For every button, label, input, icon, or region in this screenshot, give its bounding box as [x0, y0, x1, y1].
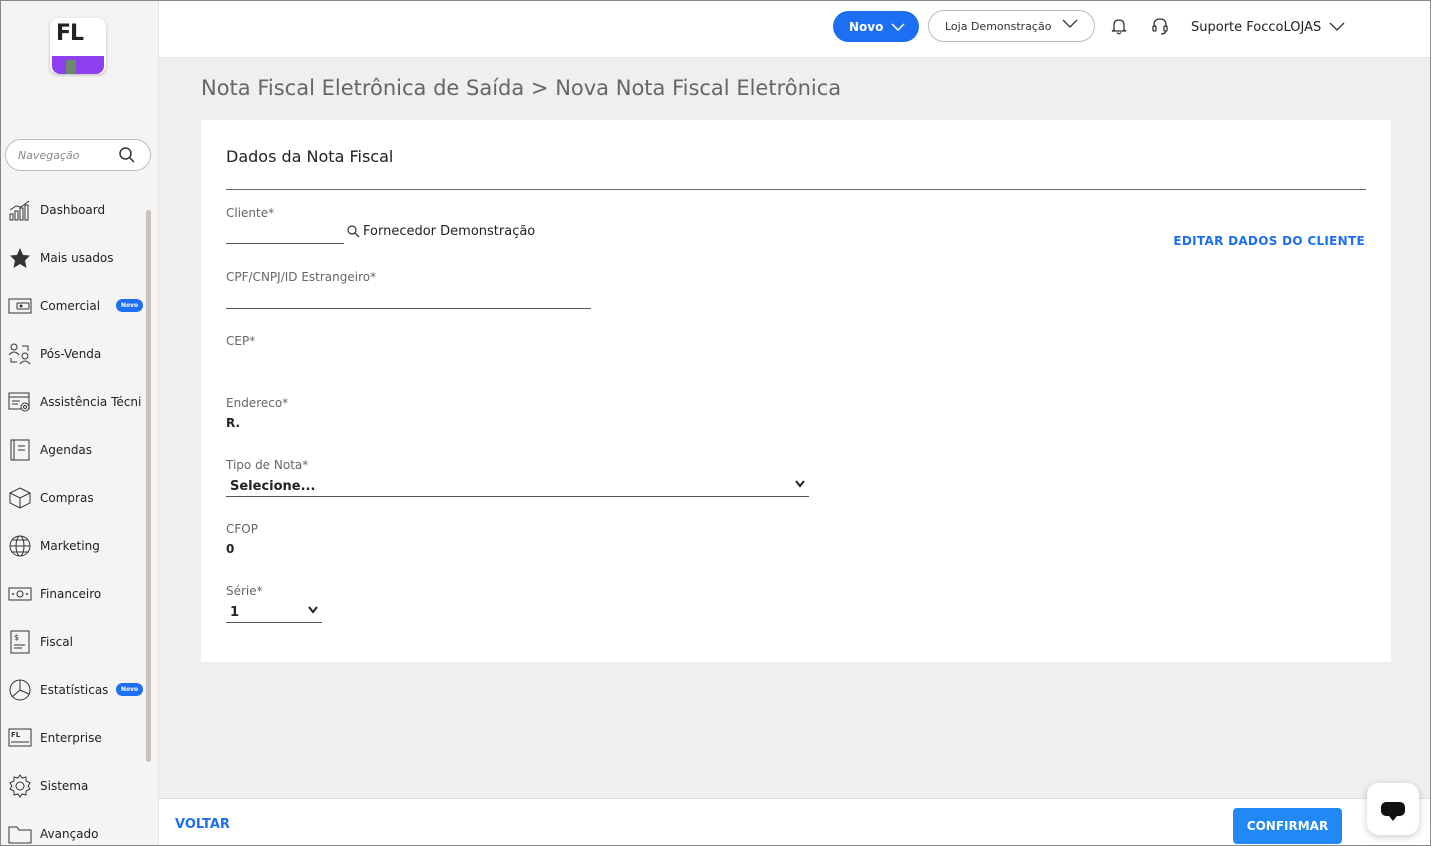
svg-text:FL: FL: [11, 731, 21, 739]
sidebar-item-avancado[interactable]: Avançado: [0, 810, 145, 846]
new-button-label: Novo: [849, 19, 884, 34]
sidebar-item-sistema[interactable]: Sistema: [0, 762, 145, 810]
sidebar-nav: Dashboard Mais usados Comercial Novo Pós…: [0, 186, 145, 846]
invoice-form-card: Dados da Nota Fiscal Cliente* Fornecedor…: [201, 120, 1391, 662]
invoice-type-label: Tipo de Nota*: [226, 458, 309, 472]
store-selector[interactable]: Loja Demonstração: [928, 10, 1095, 42]
box-icon: [8, 486, 32, 510]
app-logo[interactable]: FL: [50, 18, 106, 74]
sidebar-item-financeiro[interactable]: Financeiro: [0, 570, 145, 618]
sidebar-item-marketing[interactable]: Marketing: [0, 522, 145, 570]
client-name: Fornecedor Demonstração: [363, 224, 536, 239]
address-label: Endereco*: [226, 396, 289, 410]
edit-client-link[interactable]: EDITAR DADOS DO CLIENTE: [1173, 234, 1365, 248]
sidebar-item-label: Enterprise: [40, 731, 102, 745]
client-label: Cliente*: [226, 206, 275, 220]
sidebar-item-enterprise[interactable]: FL Enterprise: [0, 714, 145, 762]
series-label: Série*: [226, 584, 263, 598]
footer-bar: VOLTAR CONFIRMAR: [159, 798, 1431, 846]
chevron-down-icon: [795, 480, 805, 488]
sidebar-item-label: Avançado: [40, 827, 99, 841]
wallet-icon: [8, 294, 32, 318]
series-select[interactable]: 1: [226, 602, 322, 623]
cep-label: CEP*: [226, 334, 256, 348]
user-name: Suporte FoccoLOJAS: [1191, 19, 1322, 35]
gear-icon: [8, 774, 32, 798]
navigation-search-input[interactable]: [18, 146, 118, 164]
logo-text: FL: [56, 21, 84, 46]
sidebar-item-comercial[interactable]: Comercial Novo: [0, 282, 145, 330]
sidebar-item-label: Comercial: [40, 299, 101, 313]
sidebar-scrollbar[interactable]: [146, 210, 151, 762]
logo-accent-bar: [52, 56, 104, 74]
cfop-value: 0: [226, 542, 235, 556]
chat-bubble-icon: [1381, 802, 1405, 821]
sidebar-item-label: Assistência Técnica: [40, 395, 142, 409]
store-name: Loja Demonstração: [945, 19, 1052, 33]
search-icon[interactable]: [118, 146, 136, 164]
chat-button[interactable]: [1367, 783, 1419, 835]
dashboard-icon: [8, 198, 32, 222]
cpf-label: CPF/CNPJ/ID Estrangeiro*: [226, 270, 377, 284]
back-button[interactable]: VOLTAR: [175, 817, 230, 832]
navigation-search[interactable]: [5, 139, 151, 171]
client-code-input[interactable]: [226, 224, 344, 244]
sidebar-item-estatisticas[interactable]: Estatísticas Novo: [0, 666, 145, 714]
series-value: 1: [230, 604, 240, 620]
address-value: R.: [226, 416, 241, 430]
sidebar-item-label: Agendas: [40, 443, 93, 457]
sidebar-item-label: Dashboard: [40, 203, 106, 217]
cpf-field[interactable]: [226, 308, 591, 309]
folder-icon: [8, 822, 32, 846]
sidebar-item-label: Estatísticas: [40, 683, 109, 697]
confirm-button[interactable]: CONFIRMAR: [1233, 808, 1342, 844]
sidebar-item-label: Sistema: [40, 779, 89, 793]
globe-icon: [8, 534, 32, 558]
sidebar-item-dashboard[interactable]: Dashboard: [0, 186, 145, 234]
invoice-type-value: Selecione...: [230, 478, 316, 494]
bell-icon[interactable]: [1111, 17, 1127, 35]
sidebar-item-label: Mais usados: [40, 251, 114, 265]
cfop-label: CFOP: [226, 522, 258, 536]
headset-icon[interactable]: [1151, 17, 1169, 35]
sidebar-item-label: Financeiro: [40, 587, 102, 601]
sidebar-item-label: Fiscal: [40, 635, 73, 649]
sidebar: FL Dashboard Mais usados Comercial Novo …: [0, 0, 159, 846]
sidebar-item-mais-usados[interactable]: Mais usados: [0, 234, 145, 282]
top-bar: Novo Loja Demonstração Suporte FoccoLOJA…: [159, 0, 1431, 58]
calendar-icon: [8, 438, 32, 462]
new-button[interactable]: Novo: [833, 11, 919, 42]
sidebar-item-assistencia-tecnica[interactable]: Assistência Técnica: [0, 378, 145, 426]
money-icon: [8, 582, 32, 606]
new-badge: Novo: [116, 299, 144, 312]
pie-chart-icon: [8, 678, 32, 702]
chevron-down-icon: [1062, 19, 1078, 28]
receipt-icon: $: [8, 630, 32, 654]
form-title: Dados da Nota Fiscal: [226, 147, 394, 166]
star-icon: [8, 246, 32, 270]
sidebar-item-label: Pós-Venda: [40, 347, 102, 361]
breadcrumb: Nota Fiscal Eletrônica de Saída > Nova N…: [201, 76, 842, 100]
chevron-down-icon: [308, 606, 318, 614]
form-divider: [226, 189, 1366, 190]
sidebar-item-fiscal[interactable]: $ Fiscal: [0, 618, 145, 666]
search-icon[interactable]: [347, 225, 360, 238]
people-exchange-icon: [8, 342, 32, 366]
sidebar-item-compras[interactable]: Compras: [0, 474, 145, 522]
sidebar-item-pos-venda[interactable]: Pós-Venda: [0, 330, 145, 378]
invoice-type-select[interactable]: Selecione...: [226, 476, 809, 497]
chevron-down-icon: [891, 22, 905, 31]
user-menu[interactable]: Suporte FoccoLOJAS: [1191, 17, 1345, 37]
sidebar-item-agendas[interactable]: Agendas: [0, 426, 145, 474]
sidebar-item-label: Marketing: [40, 539, 100, 553]
enterprise-icon: FL: [8, 726, 32, 750]
chevron-down-icon: [1329, 22, 1345, 31]
new-badge: Novo: [116, 683, 144, 696]
svg-text:$: $: [14, 633, 19, 642]
tech-service-icon: [8, 390, 32, 414]
sidebar-item-label: Compras: [40, 491, 94, 505]
